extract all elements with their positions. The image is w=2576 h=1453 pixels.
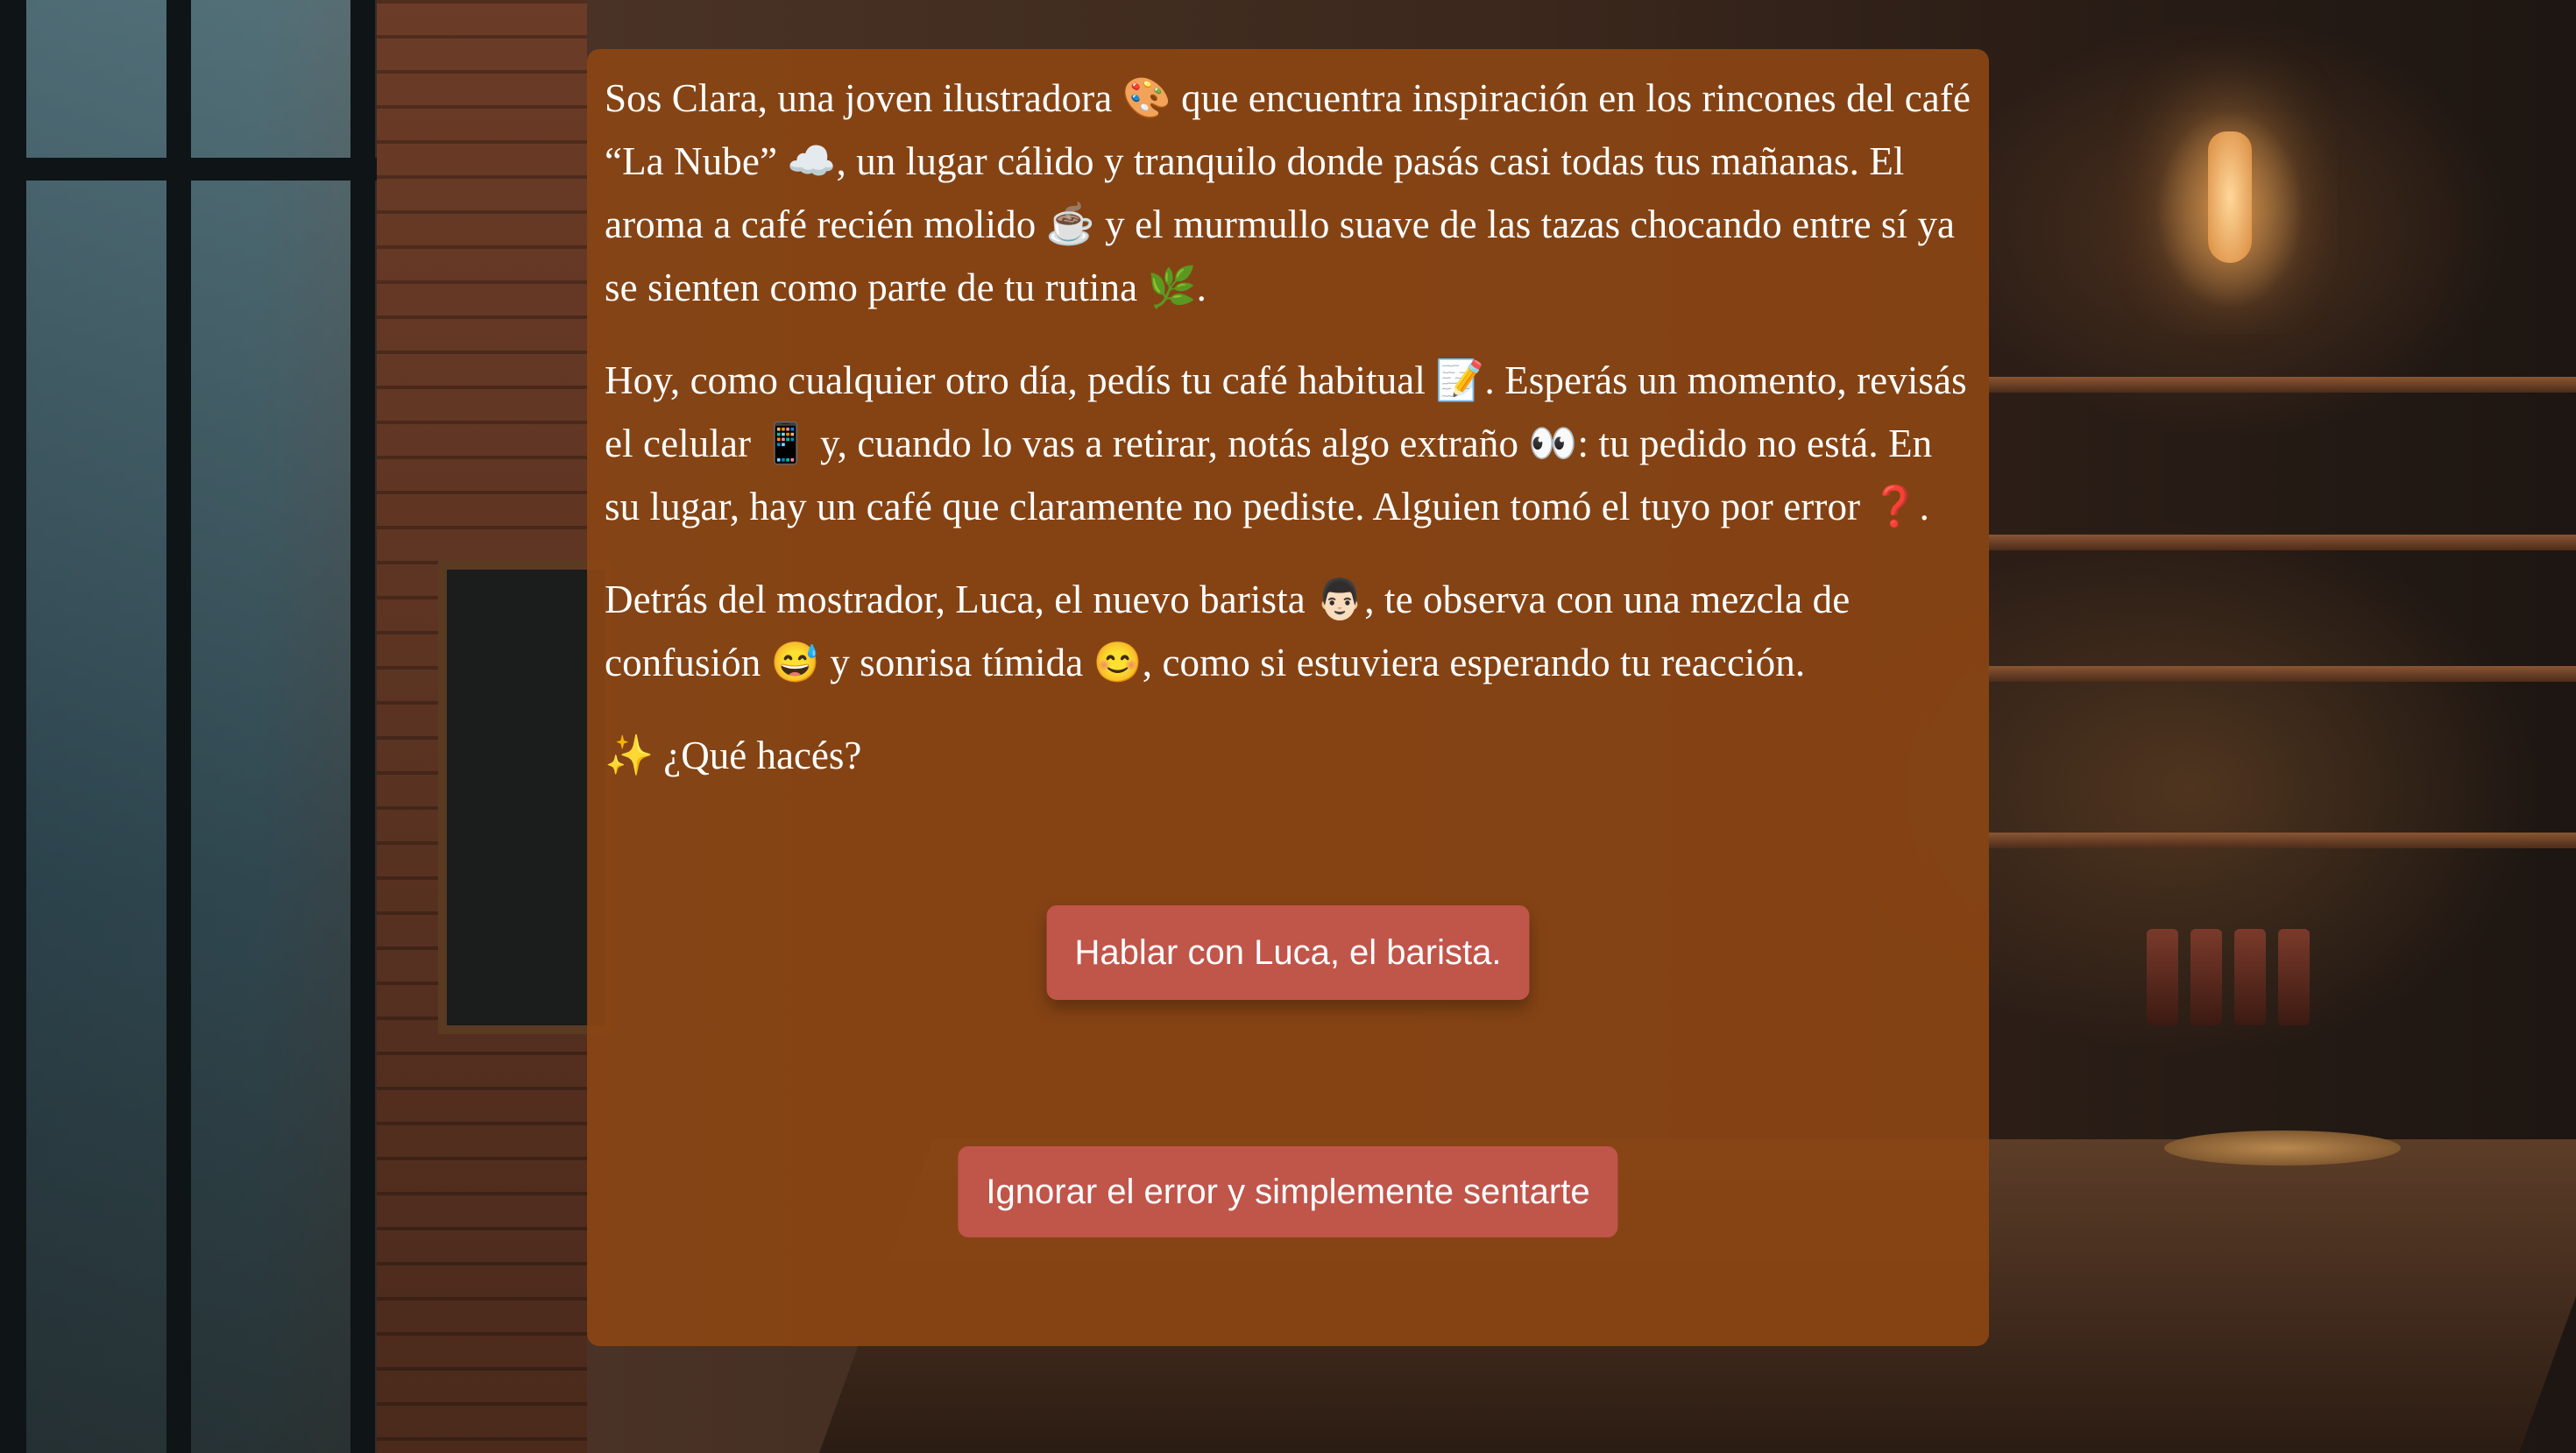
window-frame [0, 0, 26, 1453]
wall-shelf [1989, 666, 2576, 682]
wall-shelf [1989, 833, 2576, 848]
story-paragraph: Hoy, como cualquier otro día, pedís tu c… [605, 358, 1967, 528]
story-panel: Sos Clara, una joven ilustradora 🎨 que e… [587, 49, 1989, 1346]
jar [2147, 929, 2178, 1025]
window-frame [166, 0, 191, 1453]
jar [2234, 929, 2266, 1025]
jar [2278, 929, 2310, 1025]
jar [2190, 929, 2222, 1025]
window-frame [350, 0, 375, 1453]
talk-to-luca-button[interactable]: Hablar con Luca, el barista. [1046, 905, 1530, 1000]
wall-shelf [1989, 535, 2576, 550]
bar-stool [2164, 1131, 2401, 1166]
window-frame [0, 158, 377, 181]
pendant-lamp [2208, 131, 2252, 263]
ignore-error-button[interactable]: Ignorar el error y simplemente sentarte [958, 1146, 1618, 1237]
story-paragraph: Detrás del mostrador, Luca, el nuevo bar… [605, 578, 1851, 684]
choice-prompt: ✨ ¿Qué hacés? [605, 734, 862, 777]
wall-shelf [1989, 377, 2576, 393]
story-paragraph: Sos Clara, una joven ilustradora 🎨 que e… [605, 76, 1971, 309]
